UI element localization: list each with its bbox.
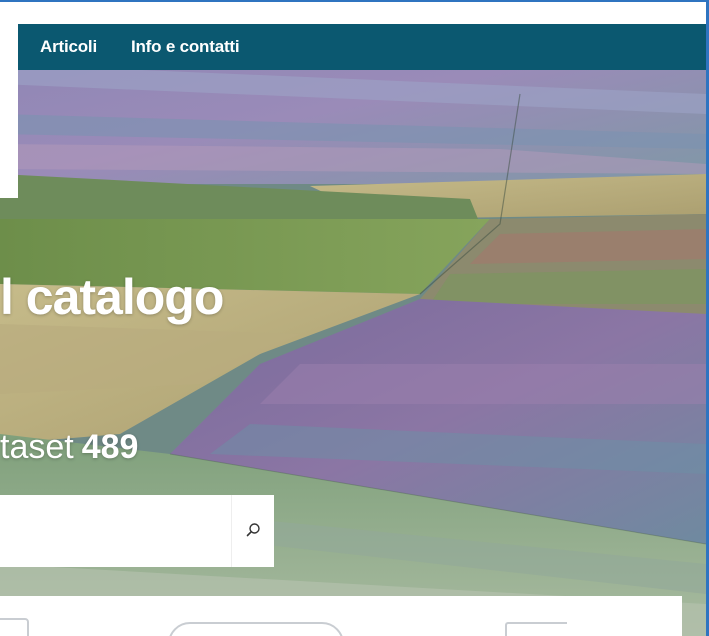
page: Articoli Info e contatti l catalogo tase… bbox=[0, 0, 709, 636]
content-panel bbox=[0, 596, 682, 636]
left-overlay-panel bbox=[0, 24, 18, 198]
nav-item-articoli[interactable]: Articoli bbox=[40, 37, 97, 57]
search-box bbox=[0, 495, 274, 567]
search-button[interactable] bbox=[231, 495, 274, 567]
search-icon bbox=[245, 522, 261, 541]
search-input[interactable] bbox=[0, 495, 231, 567]
nav-item-info-contatti[interactable]: Info e contatti bbox=[131, 37, 240, 57]
main-nav: Articoli Info e contatti bbox=[18, 24, 706, 70]
top-strip bbox=[0, 2, 706, 24]
card-outline-center[interactable] bbox=[168, 622, 344, 636]
hero-title: l catalogo bbox=[0, 269, 224, 325]
card-outline-left[interactable] bbox=[0, 618, 29, 636]
card-outline-right[interactable] bbox=[505, 622, 567, 636]
dataset-count: taset 489 bbox=[0, 428, 138, 467]
frame-border-top bbox=[0, 0, 709, 2]
dataset-count-label: taset bbox=[0, 428, 74, 466]
dataset-count-value: 489 bbox=[81, 428, 139, 466]
